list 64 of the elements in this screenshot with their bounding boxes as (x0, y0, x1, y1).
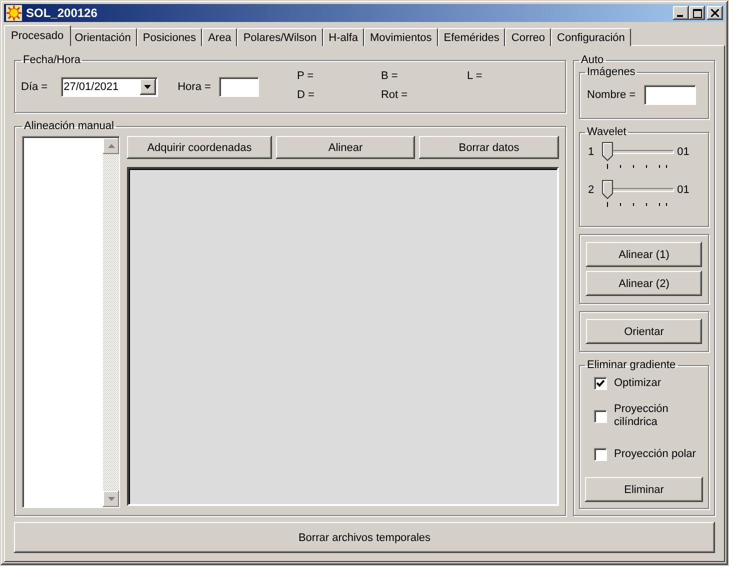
push-button[interactable]: Alinear (1) (586, 242, 702, 267)
close-button[interactable] (707, 6, 723, 20)
close-icon (711, 9, 719, 17)
group-title: Wavelet (586, 126, 628, 138)
slider-label: 1 (588, 145, 594, 160)
group-title: Alineación manual (23, 120, 115, 132)
up-arrow-icon (108, 144, 114, 148)
slider-thumb[interactable] (602, 142, 614, 161)
tab[interactable]: Polares/Wilson (237, 28, 323, 46)
day-label: Día = (21, 81, 48, 93)
push-button[interactable]: Alinear (276, 136, 415, 159)
down-arrow-icon (108, 497, 114, 501)
window-title: SOL_200126 (26, 6, 98, 20)
scrollbar[interactable] (103, 138, 119, 507)
orient-button[interactable]: Orientar (586, 319, 702, 344)
date-dropdown[interactable]: 27/01/2021 (60, 77, 158, 97)
slider[interactable] (602, 142, 674, 170)
checkbox[interactable] (594, 448, 607, 460)
dropdown-button[interactable] (140, 79, 156, 95)
param-label: Rot = (380, 89, 409, 101)
checkbox[interactable] (594, 410, 607, 422)
push-button[interactable]: Borrar datos (419, 136, 559, 159)
slider-label: 2 (588, 183, 594, 198)
scroll-down-button[interactable] (103, 491, 119, 507)
list-box[interactable] (22, 136, 120, 508)
tab[interactable]: Configuración (551, 28, 631, 46)
slider-value: 01 (677, 183, 690, 198)
push-button[interactable]: Alinear (2) (586, 271, 702, 296)
tab[interactable]: Correo (505, 28, 552, 46)
group-title: Fecha/Hora (22, 54, 82, 66)
checkbox-label: Optimizar (614, 376, 662, 390)
param-label: D = (296, 89, 316, 101)
maximize-button[interactable] (689, 6, 705, 20)
slider-thumb[interactable] (602, 180, 614, 199)
name-field[interactable] (644, 85, 696, 105)
maximize-icon (692, 8, 702, 18)
tab[interactable]: Procesado (4, 25, 71, 46)
time-label: Hora = (178, 81, 211, 93)
caret-icon (144, 85, 152, 89)
checkbox-label: Proyección polar (614, 448, 697, 460)
sun-icon (6, 5, 22, 21)
minimize-button[interactable] (673, 6, 689, 20)
remove-button[interactable]: Eliminar (585, 477, 703, 502)
checkbox-label: Proyección cilíndrica (614, 403, 670, 429)
param-label: P = (296, 70, 315, 82)
name-label: Nombre = (587, 89, 636, 101)
tab[interactable]: Posiciones (136, 28, 202, 46)
delete-temp-button[interactable]: Borrar archivos temporales (14, 522, 715, 553)
tab[interactable]: Efemérides (438, 28, 506, 46)
checkbox[interactable] (594, 376, 607, 390)
group-title: Imágenes (586, 66, 636, 78)
slider[interactable] (602, 180, 674, 208)
push-button[interactable]: Adquirir coordenadas (127, 136, 272, 159)
slider-value: 01 (677, 145, 690, 160)
tab[interactable]: H-alfa (322, 28, 364, 46)
tab[interactable]: Movimientos (364, 28, 438, 46)
param-label: B = (380, 70, 399, 82)
tab[interactable]: Area (202, 28, 238, 46)
time-field[interactable] (218, 77, 259, 97)
param-label: L = (466, 70, 484, 82)
tab[interactable]: Orientación (68, 28, 137, 46)
scroll-up-button[interactable] (103, 138, 119, 154)
group-title: Auto (580, 54, 605, 66)
group-title: Eliminar gradiente (586, 359, 677, 371)
